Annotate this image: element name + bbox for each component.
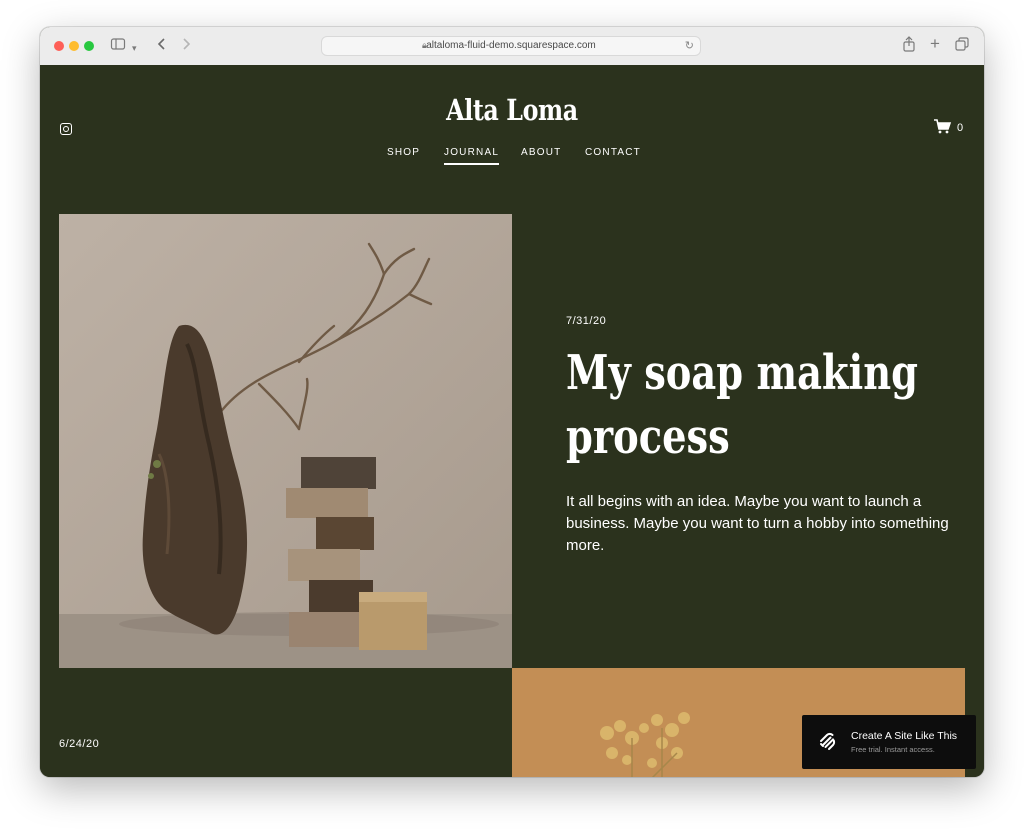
new-tab-icon[interactable]: + — [930, 34, 940, 54]
soap-post-image[interactable] — [59, 214, 512, 668]
main-nav: SHOP JOURNAL ABOUT CONTACT — [40, 147, 984, 167]
site-logo[interactable]: Alta Loma — [125, 93, 899, 127]
nav-contact[interactable]: CONTACT — [585, 147, 641, 158]
squarespace-logo-icon — [818, 732, 838, 757]
reload-icon[interactable]: ↻ — [685, 39, 694, 52]
url-text: altaloma-fluid-demo.squarespace.com — [426, 40, 596, 51]
address-bar[interactable]: 🔒︎ altaloma-fluid-demo.squarespace.com ↻ — [321, 36, 701, 56]
active-nav-underline — [444, 163, 500, 165]
post-title[interactable]: My soap making process — [566, 341, 942, 469]
back-button[interactable] — [156, 36, 168, 57]
nav-journal-label: JOURNAL — [444, 147, 500, 158]
browser-window: ▾ 🔒︎ altaloma-fluid-demo.squarespace.com… — [40, 27, 984, 777]
cart-icon[interactable] — [934, 119, 952, 138]
close-window-button[interactable] — [54, 41, 64, 51]
badge-subtitle: Free trial. Instant access. — [851, 745, 935, 754]
badge-title: Create A Site Like This — [851, 730, 958, 742]
create-site-badge[interactable]: Create A Site Like This Free trial. Inst… — [802, 715, 976, 769]
post-excerpt: It all begins with an idea. Maybe you wa… — [566, 493, 949, 554]
post-date: 7/31/20 — [566, 315, 607, 327]
forward-button[interactable] — [180, 36, 192, 57]
sidebar-toggle-icon[interactable] — [110, 36, 126, 57]
share-icon[interactable] — [902, 36, 916, 57]
nav-about[interactable]: ABOUT — [521, 147, 561, 158]
instagram-icon[interactable] — [60, 123, 72, 135]
nav-shop[interactable]: SHOP — [387, 147, 420, 158]
browser-toolbar: ▾ 🔒︎ altaloma-fluid-demo.squarespace.com… — [40, 27, 984, 66]
minimize-window-button[interactable] — [69, 41, 79, 51]
site-page: Alta Loma 0 SHOP JOURNAL ABOUT CONTACT 7… — [40, 65, 984, 777]
second-post-date: 6/24/20 — [59, 738, 100, 750]
second-post-title-peek — [59, 765, 203, 777]
chevron-down-icon[interactable]: ▾ — [132, 38, 137, 58]
nav-journal[interactable]: JOURNAL — [444, 147, 500, 165]
cart-count: 0 — [957, 122, 964, 134]
tabs-overview-icon[interactable] — [954, 36, 970, 57]
zoom-window-button[interactable] — [84, 41, 94, 51]
